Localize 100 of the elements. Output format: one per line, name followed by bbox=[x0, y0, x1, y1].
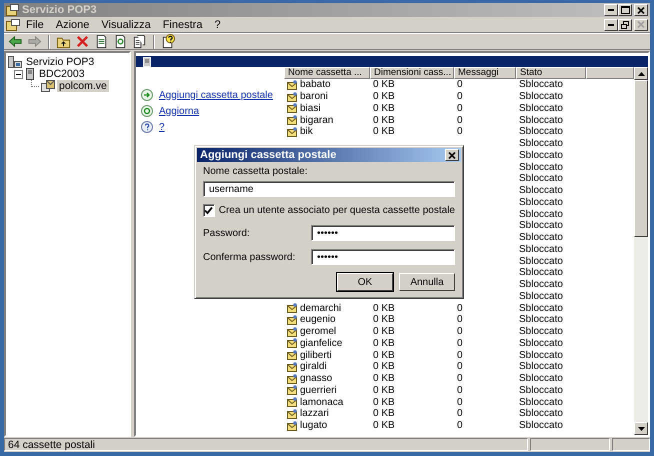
status-text: Sbloccato bbox=[519, 126, 563, 138]
window-title: Servizio POP3 bbox=[22, 4, 98, 16]
console-icon bbox=[6, 4, 19, 16]
status-text: Sbloccato bbox=[519, 396, 563, 408]
password-field[interactable]: •••••• bbox=[311, 249, 455, 265]
mailbox-name[interactable]: geromel bbox=[300, 326, 336, 338]
mailbox-name[interactable]: gnasso bbox=[300, 373, 332, 384]
tree-item[interactable]: BDC2003 bbox=[37, 68, 87, 80]
field-label: Nome cassetta postale: bbox=[203, 165, 308, 178]
close-icon bbox=[637, 6, 645, 14]
mailbox-size: 0 KB bbox=[373, 373, 395, 384]
task-link[interactable]: Aggiungi cassetta postale bbox=[159, 90, 273, 100]
close-button[interactable] bbox=[634, 4, 648, 16]
task-link[interactable]: ? bbox=[159, 122, 165, 132]
list-document-icon[interactable] bbox=[132, 34, 147, 49]
status-text: Sbloccato bbox=[519, 361, 563, 372]
menu-item[interactable]: Finestra bbox=[156, 18, 208, 30]
status-text: Sbloccato bbox=[519, 290, 563, 302]
status-text: Sbloccato bbox=[519, 350, 563, 361]
mailbox-size: 0 KB bbox=[373, 91, 395, 102]
password-field[interactable]: •••••• bbox=[311, 225, 455, 241]
status-text: Sbloccato bbox=[519, 256, 563, 267]
help-icon[interactable] bbox=[161, 34, 176, 49]
input-field[interactable]: username bbox=[203, 181, 455, 197]
refresh-icon[interactable] bbox=[113, 34, 128, 49]
mailbox-name[interactable]: giliberti bbox=[300, 350, 332, 361]
up-arrow-icon bbox=[638, 72, 644, 76]
menu-item[interactable]: Visualizza bbox=[95, 18, 157, 30]
column-header[interactable] bbox=[586, 67, 634, 79]
message-count: 0 bbox=[457, 373, 463, 384]
maximize-button[interactable] bbox=[618, 4, 632, 16]
refresh-icon bbox=[141, 105, 153, 117]
status-text: Sbloccato bbox=[519, 150, 563, 161]
minimize-button[interactable] bbox=[604, 18, 618, 30]
column-header[interactable]: Messaggi bbox=[454, 67, 516, 79]
status-text: Sbloccato bbox=[519, 232, 563, 244]
mailbox-name[interactable]: guerrieri bbox=[300, 384, 337, 396]
menu-item[interactable]: ? bbox=[208, 18, 227, 30]
mailbox-name[interactable]: lamonaca bbox=[300, 396, 344, 408]
status-text: Sbloccato bbox=[519, 185, 563, 196]
message-count: 0 bbox=[457, 361, 463, 372]
menu-item[interactable]: Azione bbox=[50, 18, 96, 30]
checkbox-label[interactable]: Crea un utente associato per questa cassette postale bbox=[218, 204, 455, 217]
mailbox-name[interactable]: babato bbox=[300, 79, 331, 90]
tree-item[interactable]: Servizio POP3 bbox=[24, 56, 96, 68]
message-count: 0 bbox=[457, 384, 463, 396]
status-text: Sbloccato bbox=[519, 91, 563, 102]
status-pane: 64 cassette postali bbox=[4, 438, 528, 451]
status-text: Sbloccato bbox=[519, 173, 563, 184]
message-count: 0 bbox=[457, 350, 463, 361]
mailbox-name[interactable]: lazzari bbox=[300, 408, 329, 420]
cancel-button[interactable]: Annulla bbox=[399, 273, 455, 291]
scroll-down-button[interactable] bbox=[634, 422, 648, 435]
back-arrow-icon[interactable] bbox=[8, 34, 23, 49]
ok-button[interactable]: OK bbox=[337, 273, 393, 291]
mailbox-size: 0 KB bbox=[373, 314, 395, 326]
restore-icon bbox=[621, 20, 629, 28]
message-count: 0 bbox=[457, 420, 463, 432]
mailbox-name[interactable]: baroni bbox=[300, 91, 328, 102]
close-icon bbox=[448, 152, 456, 158]
mailbox-name[interactable]: biasi bbox=[300, 102, 321, 114]
status-text: Sbloccato bbox=[519, 314, 563, 326]
message-count: 0 bbox=[457, 91, 463, 102]
help-icon bbox=[141, 121, 153, 133]
scroll-up-button[interactable] bbox=[634, 67, 648, 80]
server-icon bbox=[142, 56, 152, 66]
scrollbar-thumb[interactable] bbox=[634, 80, 648, 237]
mailbox-name[interactable]: demarchi bbox=[300, 302, 342, 314]
mailbox-icon bbox=[287, 374, 298, 384]
mailbox-size: 0 KB bbox=[373, 361, 395, 372]
mailbox-size: 0 KB bbox=[373, 102, 395, 114]
mailbox-name[interactable]: gianfelice bbox=[300, 338, 342, 349]
mailbox-name[interactable]: bik bbox=[300, 126, 313, 138]
column-header[interactable]: Dimensioni cass... bbox=[370, 67, 454, 79]
menu-item[interactable]: File bbox=[20, 18, 50, 30]
status-text: Sbloccato bbox=[519, 408, 563, 420]
minimize-button[interactable] bbox=[604, 4, 618, 16]
mailbox-name[interactable]: bigaran bbox=[300, 114, 334, 126]
checkbox[interactable] bbox=[203, 204, 215, 217]
message-count: 0 bbox=[457, 102, 463, 114]
add-icon bbox=[141, 89, 153, 101]
document-icon[interactable] bbox=[94, 34, 109, 49]
mailbox-name[interactable]: lugato bbox=[300, 420, 328, 432]
status-text: Sbloccato bbox=[519, 208, 563, 220]
column-header[interactable]: Nome cassetta ... bbox=[284, 67, 370, 79]
status-text: Sbloccato bbox=[519, 373, 563, 384]
tree-item[interactable]: polcom.ve bbox=[57, 80, 109, 92]
close-button[interactable] bbox=[445, 149, 459, 161]
mailbox-size: 0 KB bbox=[373, 79, 395, 90]
status-text: Sbloccato bbox=[519, 220, 563, 232]
restore-button[interactable] bbox=[618, 18, 632, 30]
collapse-icon[interactable] bbox=[14, 70, 23, 78]
task-link[interactable]: Aggiorna bbox=[159, 106, 200, 116]
mailbox-name[interactable]: eugenio bbox=[300, 314, 336, 326]
maximize-icon bbox=[620, 6, 630, 14]
status-text: Sbloccato bbox=[519, 79, 563, 90]
column-header[interactable]: Stato bbox=[516, 67, 586, 79]
mailbox-name[interactable]: giraldi bbox=[300, 361, 327, 372]
status-text: Sbloccato bbox=[519, 162, 563, 173]
message-count: 0 bbox=[457, 114, 463, 126]
